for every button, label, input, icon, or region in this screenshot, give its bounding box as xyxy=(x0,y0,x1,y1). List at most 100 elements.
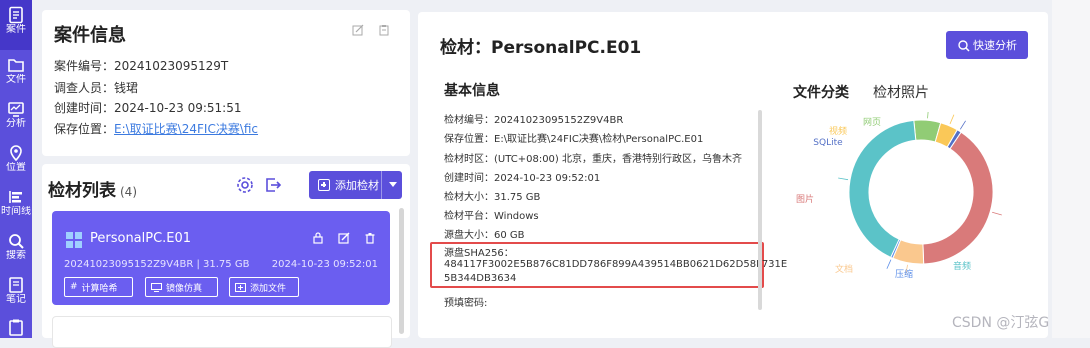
add-evidence-button[interactable]: 添加检材 xyxy=(309,171,402,199)
hash-icon: # xyxy=(70,282,78,292)
evidence-card[interactable]: PersonalPC.E01 20241023095152Z9V4BR | 31… xyxy=(52,211,390,305)
investigator-label: 调查人员： xyxy=(54,81,115,95)
case-number-value: 20241023095129T xyxy=(114,59,229,73)
created-label: 创建时间： xyxy=(54,101,115,115)
prop-value: (UTC+08:00) 北京，重庆，香港特别行政区，乌鲁木齐 xyxy=(494,154,743,165)
prop-key: 检材平台： xyxy=(444,211,494,222)
location-row: 保存位置：E:\取证比赛\24FIC决赛\fic xyxy=(54,120,258,137)
compute-hash-button[interactable]: # 计算哈希 xyxy=(64,277,133,297)
left-nav: 案件 文件 分析 位置 时间线 搜索 笔记 xyxy=(0,0,32,338)
edit-icon[interactable] xyxy=(352,24,364,36)
prop-value: 20241023095152Z9V4BR xyxy=(494,115,624,126)
image-emulation-button[interactable]: 镜像仿真 xyxy=(145,277,218,297)
compute-hash-label: 计算哈希 xyxy=(81,283,118,294)
plus-icon xyxy=(318,179,330,191)
folder-icon xyxy=(8,59,24,72)
edit-icon[interactable] xyxy=(338,232,350,244)
prop-key: 检材时区： xyxy=(444,154,494,165)
document-icon xyxy=(9,6,23,24)
quick-analysis-label: 快速分析 xyxy=(973,39,1017,52)
prop-row: 检材编号：20241023095152Z9V4BR xyxy=(444,111,623,126)
add-file-button[interactable]: 添加文件 xyxy=(229,277,299,297)
nav-label: 案件 xyxy=(6,24,26,35)
sha-value-line1: 484117F3002E5B876C81DD786F899A439514BB06… xyxy=(444,259,788,270)
divider xyxy=(381,171,382,199)
evidence-list-title-text: 检材列表 xyxy=(48,181,116,201)
nav-item-analysis[interactable]: 分析 xyxy=(0,100,32,130)
donut-label-网页: 网页 xyxy=(863,117,881,128)
leader-line xyxy=(992,211,1002,216)
evidence-detail-panel: 检材：PersonalPC.E01 快速分析 基本信息 检材编号：2024102… xyxy=(418,12,1048,338)
prop-row: 检材大小：31.75 GB xyxy=(444,188,540,203)
nav-item-search[interactable]: 搜索 xyxy=(0,232,32,262)
case-number-row: 案件编号：20241023095129T xyxy=(54,57,228,74)
trash-icon[interactable] xyxy=(364,232,376,244)
tab-evidence-photos[interactable]: 检材照片 xyxy=(873,82,929,102)
nav-item-notes[interactable]: 笔记 xyxy=(0,276,32,306)
evidence-date: 2024-10-23 09:52:01 xyxy=(271,259,378,270)
donut-slice-音频[interactable] xyxy=(848,119,917,258)
nav-label: 文件 xyxy=(6,74,26,85)
image-emulation-label: 镜像仿真 xyxy=(166,283,203,294)
nav-item-timeline[interactable]: 时间线 xyxy=(0,188,32,218)
evidence-count: (4) xyxy=(120,185,137,199)
prop-row: 保存位置：E:\取证比赛\24FIC决赛\检材\PersonalPC.E01 xyxy=(444,130,703,145)
nav-item-clipboard[interactable] xyxy=(0,318,32,336)
location-link[interactable]: E:\取证比赛\24FIC决赛\fic xyxy=(114,122,258,136)
preset-password-label: 预填密码: xyxy=(444,298,488,309)
evidence-card[interactable] xyxy=(52,316,392,348)
prop-key: 源盘大小： xyxy=(444,230,494,241)
clipboard-icon xyxy=(9,319,23,336)
evidence-meta: 20241023095152Z9V4BR | 31.75 GB xyxy=(64,259,250,270)
prop-value: E:\取证比赛\24FIC决赛\检材\PersonalPC.E01 xyxy=(494,134,704,145)
gear-icon[interactable] xyxy=(235,175,255,195)
file-category-donut-chart: 网页视频SQLite 图片文档 压缩 音频 xyxy=(796,112,1002,280)
leader-line xyxy=(886,259,892,269)
quick-analysis-button[interactable]: 快速分析 xyxy=(946,31,1028,59)
evidence-actions xyxy=(312,232,376,244)
timeline-icon xyxy=(9,191,22,203)
monitor-icon xyxy=(8,102,24,117)
leader-line xyxy=(838,177,849,181)
note-icon xyxy=(9,277,23,293)
nav-label: 笔记 xyxy=(6,294,26,305)
windows-icon xyxy=(66,232,82,248)
lock-icon[interactable] xyxy=(312,232,324,244)
donut-slice-图片[interactable] xyxy=(922,131,994,265)
prop-row: 创建时间：2024-10-23 09:52:01 xyxy=(444,169,600,184)
prop-row: 源盘大小：60 GB xyxy=(444,226,525,241)
evidence-name: PersonalPC.E01 xyxy=(90,231,192,246)
add-evidence-label: 添加检材 xyxy=(335,179,379,192)
detail-title: 检材：PersonalPC.E01 xyxy=(440,38,642,58)
leader-line xyxy=(927,112,929,119)
list-scrollbar[interactable] xyxy=(399,208,404,334)
location-icon xyxy=(10,145,22,162)
add-file-icon xyxy=(235,282,246,292)
search-icon xyxy=(9,234,24,249)
monitor-icon xyxy=(151,282,162,292)
clipboard-icon[interactable] xyxy=(378,24,390,36)
prop-value: 31.75 GB xyxy=(494,192,541,203)
prop-key: 保存位置： xyxy=(444,134,494,145)
tab-file-category[interactable]: 文件分类 xyxy=(793,82,849,102)
donut-label-视频: 视频 xyxy=(829,125,847,137)
chevron-down-icon[interactable] xyxy=(389,182,397,187)
nav-item-files[interactable]: 文件 xyxy=(0,56,32,86)
created-value: 2024-10-23 09:51:51 xyxy=(114,101,242,115)
donut-label-音频: 音频 xyxy=(953,260,971,272)
nav-label: 分析 xyxy=(6,118,26,129)
detail-scrollbar[interactable] xyxy=(758,110,762,310)
watermark-text: CSDN @汀弦G xyxy=(952,315,1050,331)
sha-label: 源盘SHA256： xyxy=(444,248,514,259)
prop-key: 创建时间： xyxy=(444,173,494,184)
donut-label-图片: 图片 xyxy=(796,193,814,205)
case-info-title: 案件信息 xyxy=(54,25,126,46)
donut-label-文档: 文档 xyxy=(835,263,853,275)
export-icon[interactable] xyxy=(264,176,282,194)
donut-label-SQLite: SQLite xyxy=(813,138,843,148)
nav-item-location[interactable]: 位置 xyxy=(0,144,32,174)
nav-item-case[interactable]: 案件 xyxy=(0,0,32,50)
prop-key: 检材编号： xyxy=(444,115,494,126)
donut-label-压缩: 压缩 xyxy=(895,268,913,280)
evidence-list-title: 检材列表 (4) xyxy=(48,176,137,201)
